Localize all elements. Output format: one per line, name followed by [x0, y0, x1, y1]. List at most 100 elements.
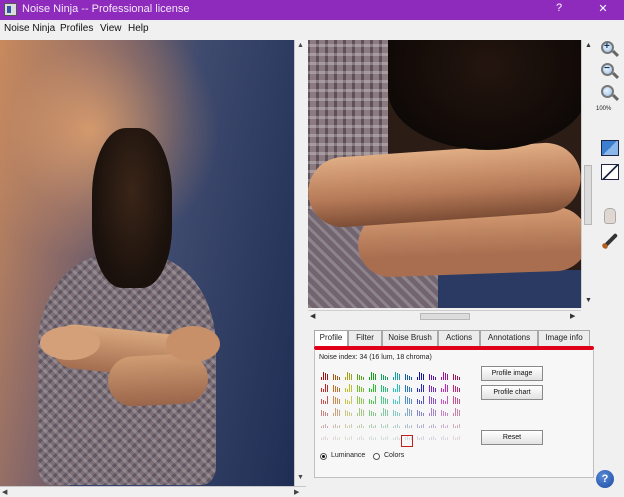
profile-cell[interactable]	[333, 420, 342, 428]
selected-profile-cell[interactable]	[401, 435, 413, 447]
profile-cell[interactable]	[345, 384, 354, 392]
preview-vertical-scrollbar[interactable]: ▲ ▼	[581, 40, 594, 308]
profile-cell[interactable]	[345, 408, 354, 416]
profile-cell[interactable]	[405, 420, 414, 428]
profile-cell[interactable]	[441, 372, 450, 380]
profile-cell[interactable]	[345, 432, 354, 440]
profile-cell[interactable]	[417, 420, 426, 428]
zoom-actual-icon[interactable]	[599, 84, 620, 104]
profile-cell[interactable]	[417, 408, 426, 416]
preview-image-view[interactable]	[308, 40, 581, 308]
tab-actions[interactable]: Actions	[438, 330, 480, 346]
scroll-up-arrow-icon[interactable]: ▲	[297, 42, 304, 49]
scroll-left-arrow-icon[interactable]: ◀	[2, 488, 7, 496]
profile-cell[interactable]	[321, 372, 330, 380]
window-help-button[interactable]: ?	[548, 2, 570, 14]
scroll-up-arrow-icon[interactable]: ▲	[585, 42, 592, 49]
tab-filter[interactable]: Filter	[348, 330, 382, 346]
profile-cell[interactable]	[369, 420, 378, 428]
profile-cell[interactable]	[345, 396, 354, 404]
profile-cell[interactable]	[417, 384, 426, 392]
profile-cell[interactable]	[429, 396, 438, 404]
profile-cell[interactable]	[405, 384, 414, 392]
profile-cell[interactable]	[429, 432, 438, 440]
profile-cell[interactable]	[417, 372, 426, 380]
profile-cell[interactable]	[453, 372, 462, 380]
profile-cell[interactable]	[381, 396, 390, 404]
profile-cell[interactable]	[393, 384, 402, 392]
profile-cell[interactable]	[453, 420, 462, 428]
profile-cell[interactable]	[333, 372, 342, 380]
zoom-out-icon[interactable]: −	[599, 62, 620, 82]
profile-cell[interactable]	[453, 396, 462, 404]
profile-cell[interactable]	[357, 372, 366, 380]
profile-cell[interactable]	[333, 408, 342, 416]
original-image-view[interactable]	[0, 40, 294, 486]
profile-cell[interactable]	[441, 408, 450, 416]
profile-cell[interactable]	[369, 432, 378, 440]
scroll-thumb[interactable]	[584, 165, 592, 225]
tab-image-info[interactable]: Image info	[538, 330, 590, 346]
profile-cell[interactable]	[345, 372, 354, 380]
menu-help[interactable]: Help	[128, 23, 149, 34]
profile-cell[interactable]	[357, 432, 366, 440]
profile-cell[interactable]	[357, 396, 366, 404]
profile-cell[interactable]	[321, 396, 330, 404]
profile-cell[interactable]	[369, 408, 378, 416]
brush-icon[interactable]	[599, 232, 619, 252]
profile-cell[interactable]	[333, 396, 342, 404]
profile-cell[interactable]	[405, 408, 414, 416]
profile-cell[interactable]	[441, 396, 450, 404]
profile-cell[interactable]	[441, 432, 450, 440]
window-close-button[interactable]: ✕	[592, 2, 614, 15]
profile-cell[interactable]	[357, 420, 366, 428]
noise-profile-grid[interactable]	[321, 372, 471, 447]
profile-cell[interactable]	[393, 408, 402, 416]
profile-cell[interactable]	[333, 432, 342, 440]
profile-cell[interactable]	[453, 384, 462, 392]
reset-button[interactable]: Reset	[481, 430, 543, 445]
colors-radio[interactable]	[373, 453, 380, 460]
profile-cell[interactable]	[429, 372, 438, 380]
profile-cell[interactable]	[333, 384, 342, 392]
profile-cell[interactable]	[357, 408, 366, 416]
profile-cell[interactable]	[405, 372, 414, 380]
profile-cell[interactable]	[381, 432, 390, 440]
profile-cell[interactable]	[381, 420, 390, 428]
profile-cell[interactable]	[321, 384, 330, 392]
scroll-down-arrow-icon[interactable]: ▼	[297, 474, 304, 481]
menu-noise-ninja[interactable]: Noise Ninja	[4, 23, 55, 34]
profile-cell[interactable]	[393, 420, 402, 428]
profile-cell[interactable]	[417, 432, 426, 440]
profile-cell[interactable]	[405, 396, 414, 404]
profile-cell[interactable]	[321, 432, 330, 440]
profile-cell[interactable]	[345, 420, 354, 428]
tab-noise-brush[interactable]: Noise Brush	[382, 330, 438, 346]
profile-cell[interactable]	[369, 372, 378, 380]
profile-image-button[interactable]: Profile image	[481, 366, 543, 381]
profile-cell[interactable]	[369, 396, 378, 404]
luminance-radio[interactable]	[320, 453, 327, 460]
profile-cell[interactable]	[417, 396, 426, 404]
tab-annotations[interactable]: Annotations	[480, 330, 538, 346]
profile-cell[interactable]	[393, 396, 402, 404]
scroll-left-arrow-icon[interactable]: ◀	[310, 312, 315, 320]
original-vertical-scrollbar[interactable]: ▲ ▼	[294, 40, 306, 486]
profile-cell[interactable]	[321, 420, 330, 428]
scroll-right-arrow-icon[interactable]: ▶	[570, 312, 575, 320]
profile-cell[interactable]	[381, 372, 390, 380]
profile-chart-button[interactable]: Profile chart	[481, 385, 543, 400]
scroll-thumb[interactable]	[420, 313, 470, 320]
profile-cell[interactable]	[429, 408, 438, 416]
profile-cell[interactable]	[381, 384, 390, 392]
scroll-right-arrow-icon[interactable]: ▶	[294, 488, 299, 496]
profile-cell[interactable]	[441, 384, 450, 392]
profile-cell[interactable]	[453, 432, 462, 440]
hand-pan-icon[interactable]	[599, 208, 619, 228]
zoom-in-icon[interactable]: +	[599, 40, 620, 60]
menu-profiles[interactable]: Profiles	[60, 23, 93, 34]
profile-cell[interactable]	[429, 384, 438, 392]
help-icon[interactable]: ?	[596, 470, 614, 488]
preview-horizontal-scrollbar[interactable]: ◀ ▶	[308, 310, 581, 322]
profile-cell[interactable]	[393, 372, 402, 380]
